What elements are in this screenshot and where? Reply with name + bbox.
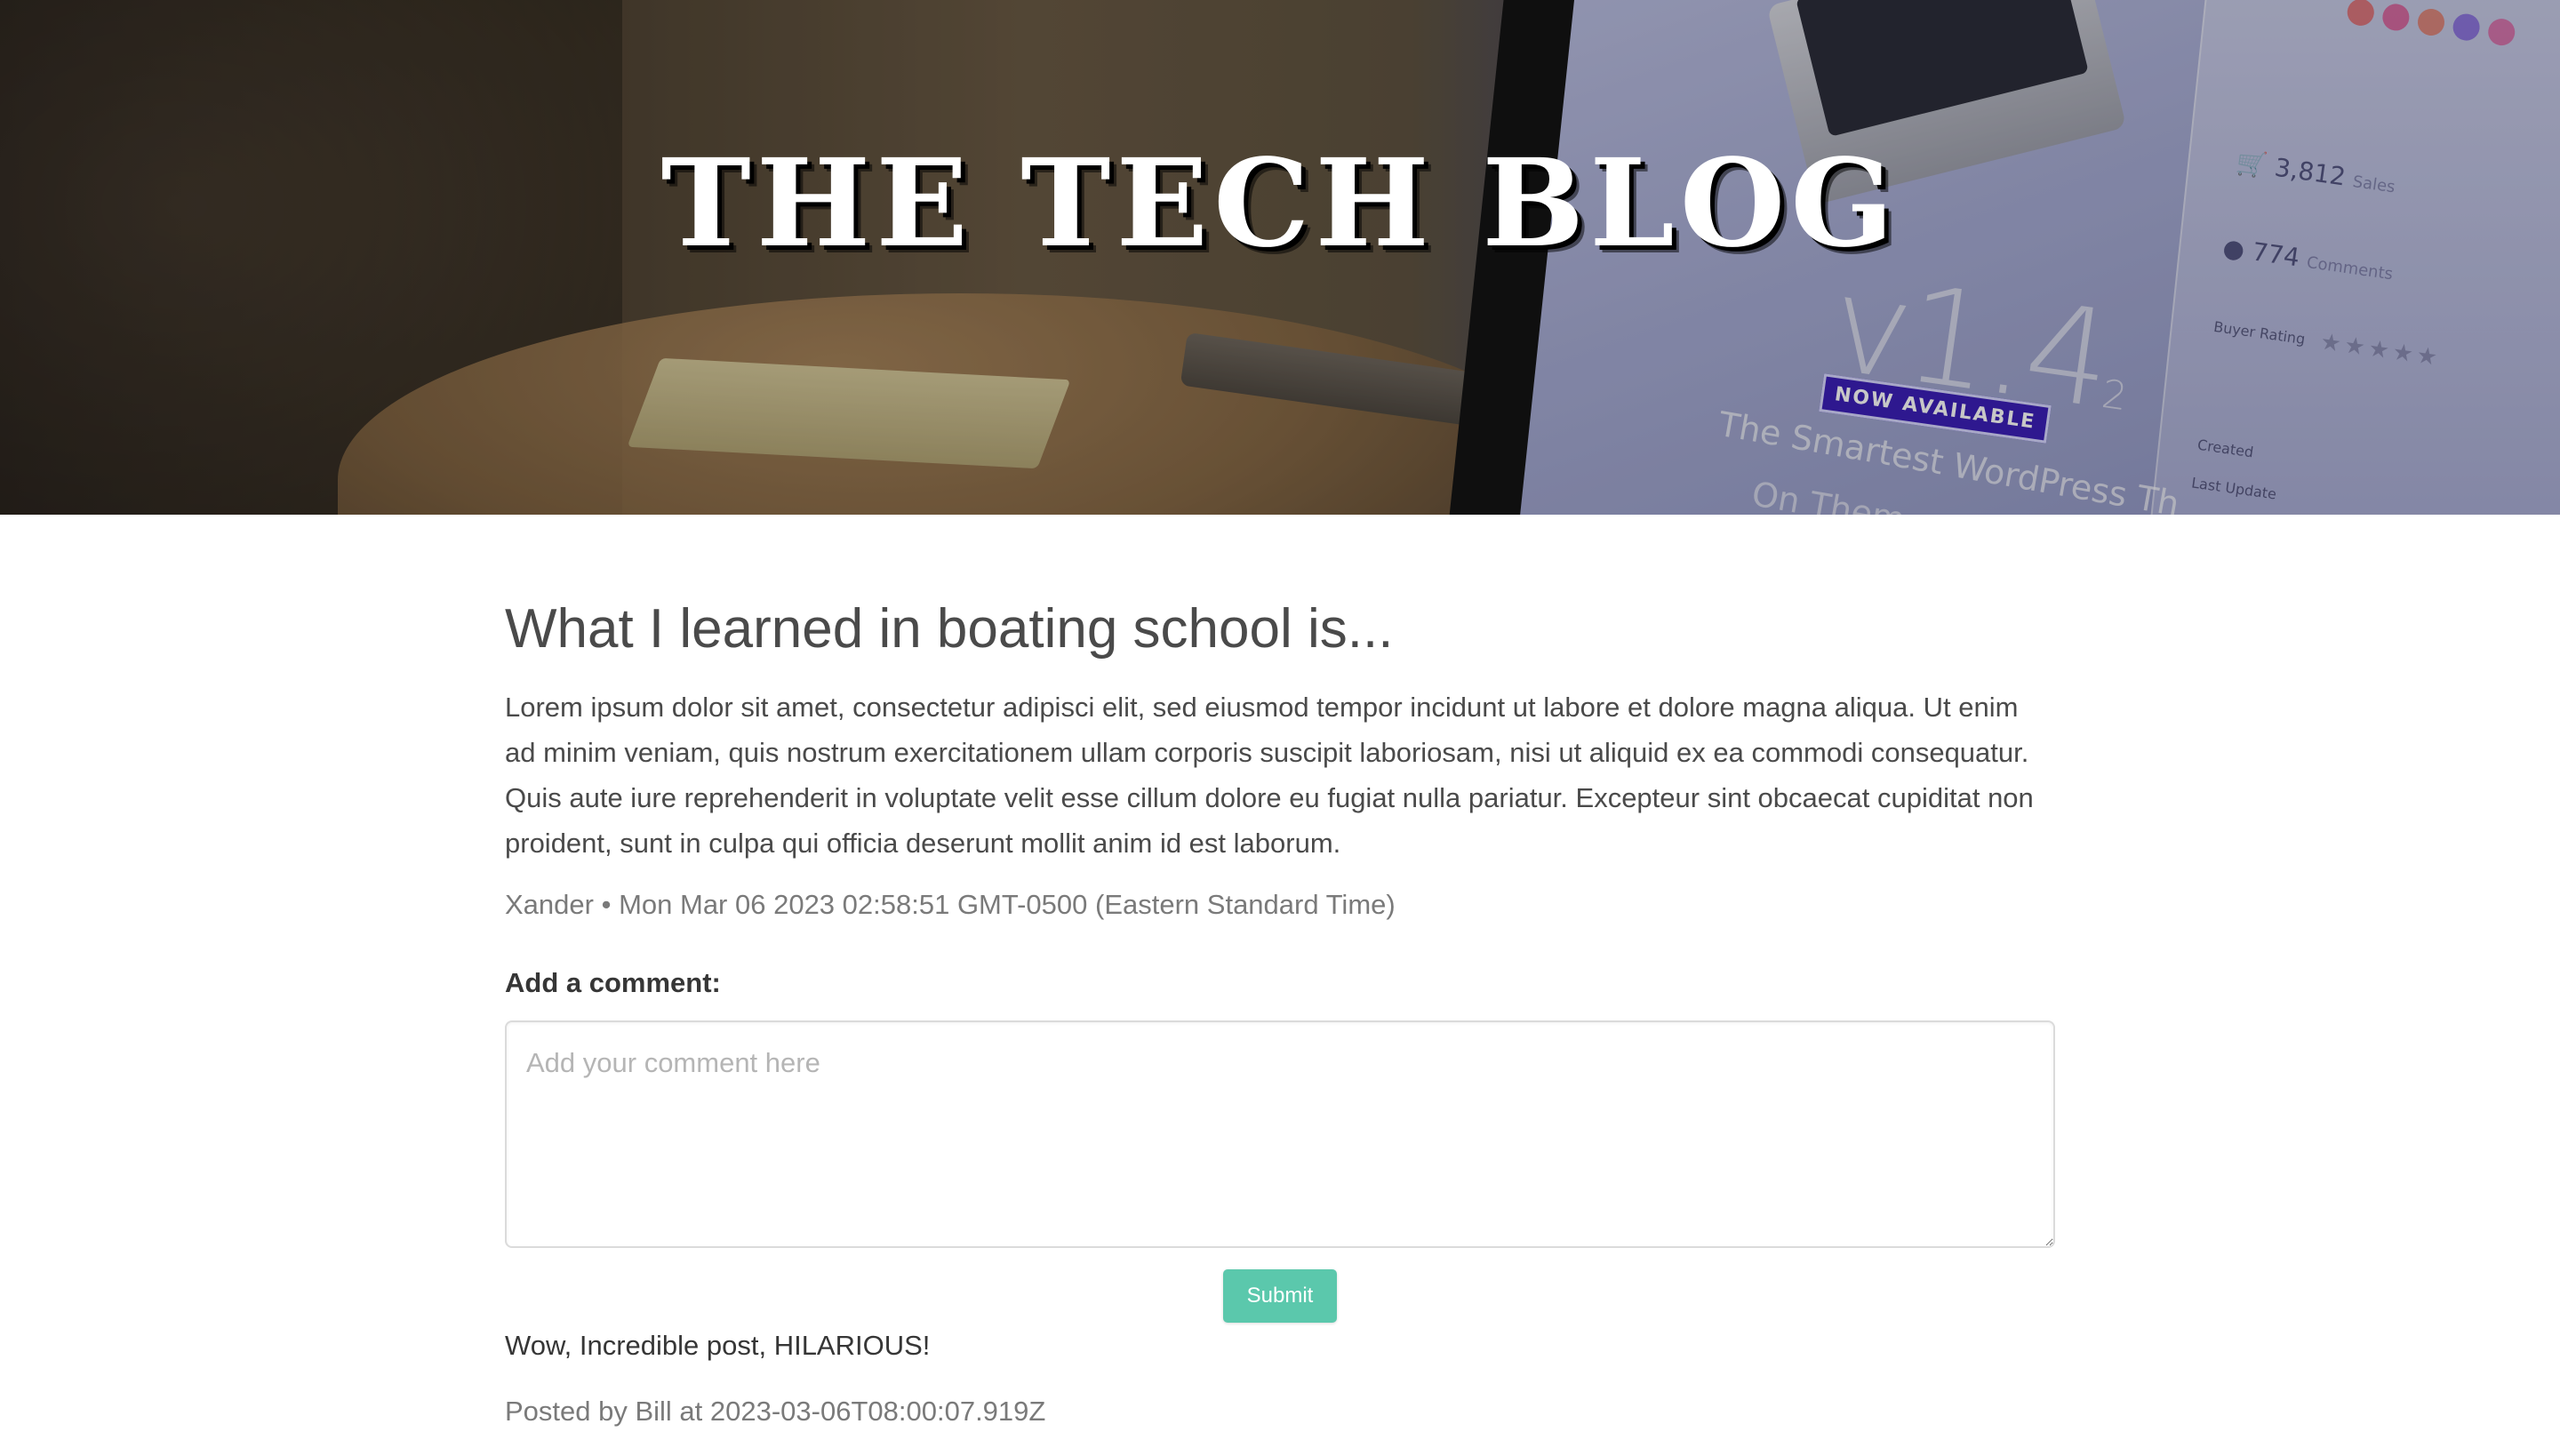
blog-post: What I learned in boating school is... L… [505,598,2055,921]
post-title: What I learned in boating school is... [505,598,1394,660]
comment-input[interactable] [505,1020,2055,1249]
comment-text: Wow, Incredible post, HILARIOUS! [505,1330,931,1362]
comments-list: Wow, Incredible post, HILARIOUS! Posted … [505,1330,2055,1428]
post-meta-separator: • [601,889,612,921]
post-body: Lorem ipsum dolor sit amet, consectetur … [505,692,2034,860]
submit-row: Submit [505,1269,2055,1324]
submit-comment-button[interactable]: Submit [1223,1269,1337,1324]
comment-meta: Posted by Bill at 2023-03-06T08:00:07.91… [505,1396,1046,1428]
post-content: What I learned in boating school is... L… [505,515,2055,1428]
comment-form-label: Add a comment: [505,967,721,999]
post-author: Xander [505,889,594,921]
comment-form: Add a comment: Submit [505,967,2055,1324]
post-date: Mon Mar 06 2023 02:58:51 GMT-0500 (Easte… [619,889,1396,921]
post-meta: Xander • Mon Mar 06 2023 02:58:51 GMT-05… [505,889,2055,921]
site-title: THE TECH BLOG [660,132,1900,276]
comment-item: Wow, Incredible post, HILARIOUS! Posted … [505,1330,2055,1428]
hero-banner: 🛒 3,812 Sales ● 774 Comments Buyer Ratin… [0,0,2560,515]
